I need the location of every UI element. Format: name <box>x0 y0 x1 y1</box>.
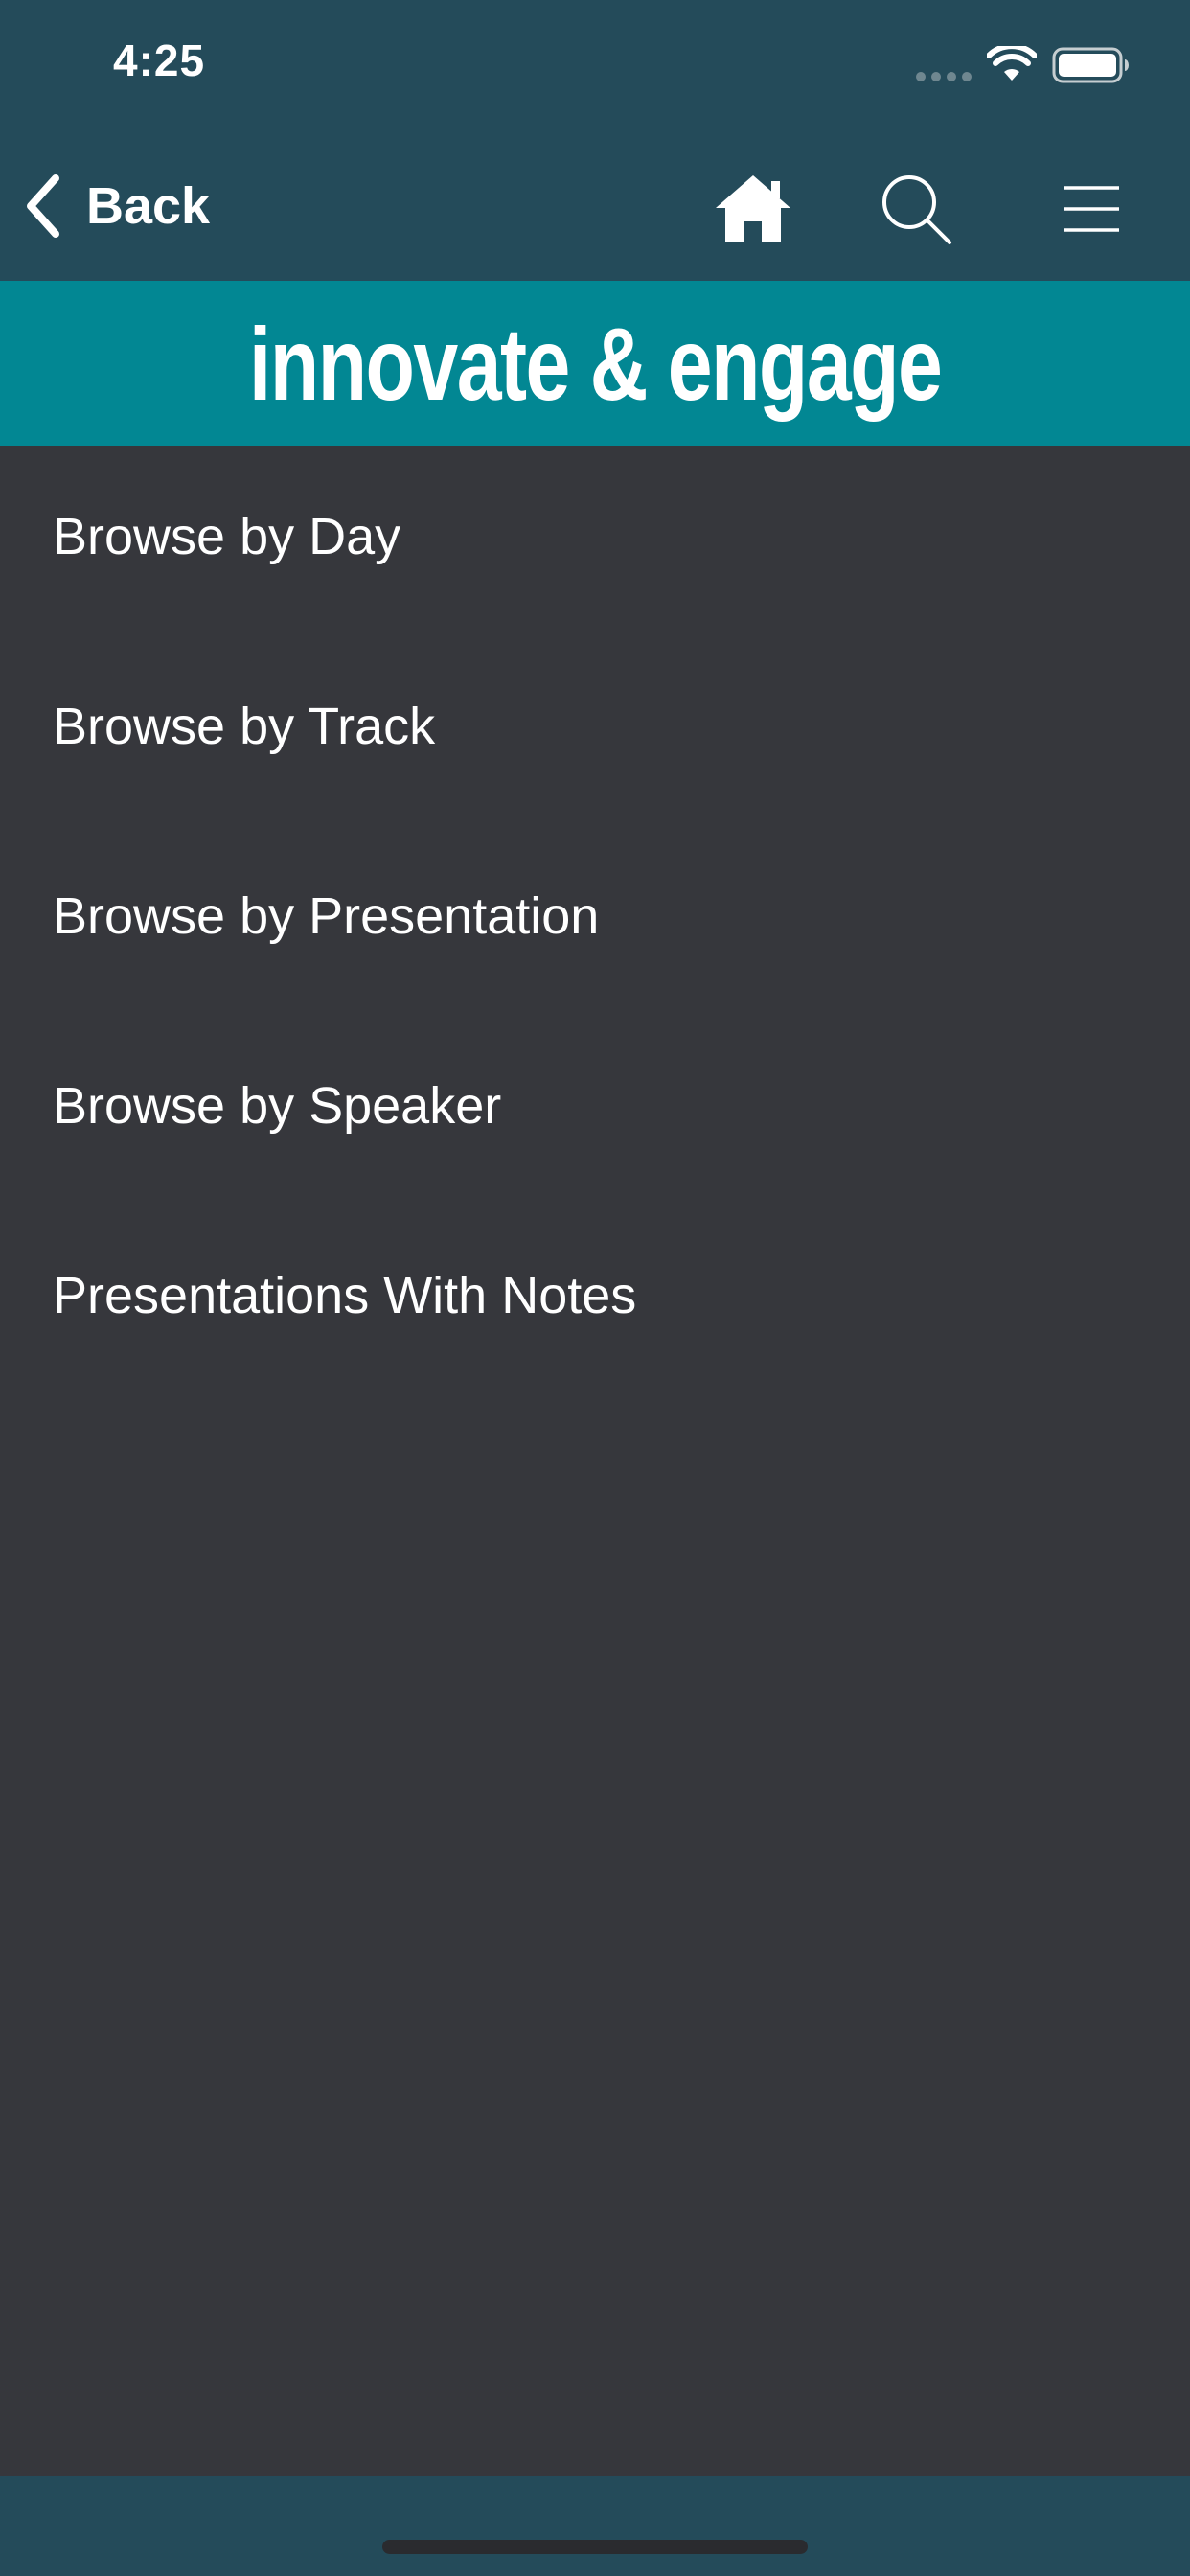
browse-by-presentation-item[interactable]: Browse by Presentation <box>0 878 1190 1068</box>
browse-by-speaker-item[interactable]: Browse by Speaker <box>0 1068 1190 1257</box>
browse-item-label: Browse by Presentation <box>53 887 600 945</box>
presentations-with-notes-item[interactable]: Presentations With Notes <box>0 1257 1190 1447</box>
nav-bar: Back <box>0 129 1190 281</box>
home-indicator[interactable] <box>382 2540 808 2554</box>
menu-icon[interactable] <box>1050 168 1133 250</box>
banner: innovate & engage <box>0 281 1190 446</box>
battery-icon <box>1052 47 1129 83</box>
browse-by-day-item[interactable]: Browse by Day <box>0 498 1190 688</box>
banner-title: innovate & engage <box>248 305 943 422</box>
chevron-left-icon <box>27 174 59 238</box>
signal-icon <box>916 72 972 81</box>
browse-list: Browse by Day Browse by Track Browse by … <box>0 498 1190 1447</box>
status-bar: 4:25 <box>0 0 1190 129</box>
search-icon[interactable] <box>875 168 957 250</box>
browse-item-label: Presentations With Notes <box>53 1267 637 1324</box>
back-button[interactable]: Back <box>21 168 210 244</box>
browse-by-track-item[interactable]: Browse by Track <box>0 688 1190 878</box>
back-label: Back <box>86 177 211 235</box>
status-time: 4:25 <box>113 35 206 85</box>
home-icon[interactable] <box>712 168 794 250</box>
browse-item-label: Browse by Speaker <box>53 1077 502 1135</box>
wifi-icon <box>987 46 1037 80</box>
browse-item-label: Browse by Day <box>53 508 401 565</box>
bottom-bar <box>0 2476 1190 2576</box>
browse-item-label: Browse by Track <box>53 698 436 755</box>
